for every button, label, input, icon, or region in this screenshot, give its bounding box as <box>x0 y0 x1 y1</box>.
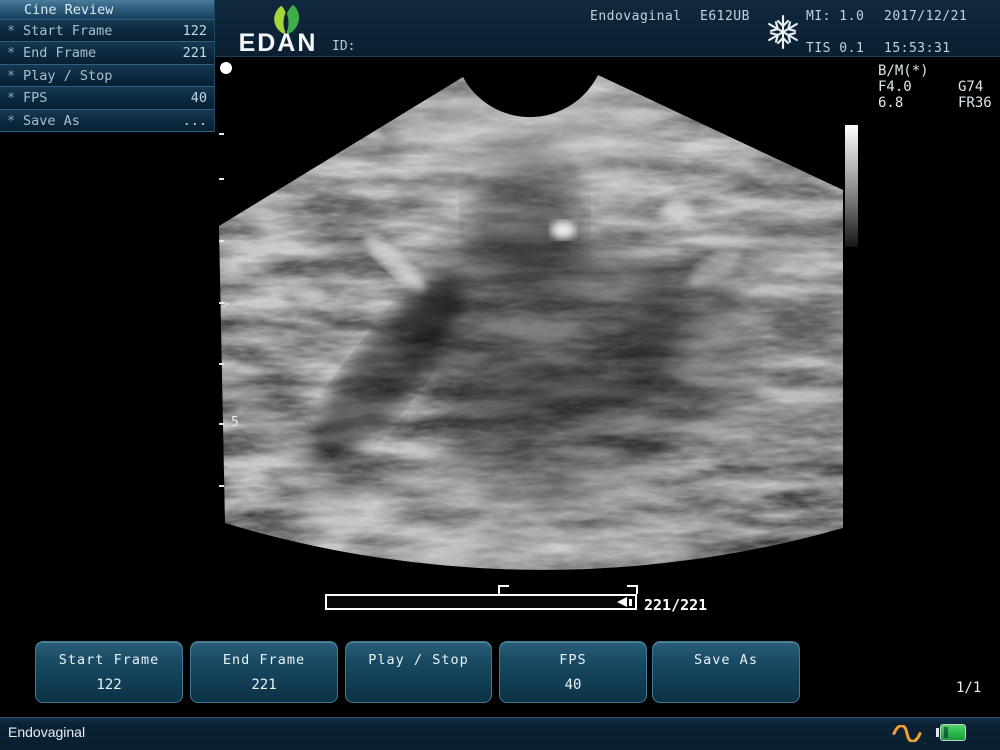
button-label: End Frame <box>191 652 337 668</box>
snowflake-icon <box>765 13 801 51</box>
save-as-button[interactable]: Save As <box>652 641 800 703</box>
frequency-value: F4.0 <box>878 79 912 95</box>
time-display: 15:53:31 <box>884 41 951 56</box>
gain-value: G74 <box>958 79 983 95</box>
menu-bullet: * <box>7 110 15 132</box>
ruler-tick <box>219 423 224 425</box>
start-frame-button[interactable]: Start Frame 122 <box>35 641 183 703</box>
status-bar: Endovaginal <box>0 717 1000 750</box>
softkey-page-indicator: 1/1 <box>956 680 981 696</box>
mode-label: B/M(*) <box>878 63 929 79</box>
menu-item-label: End Frame <box>23 42 96 64</box>
menu-item-fps[interactable]: * FPS 40 <box>0 87 214 109</box>
brand-name: EDAN <box>236 29 320 58</box>
button-label: FPS <box>500 652 646 668</box>
menu-bullet: * <box>7 42 15 64</box>
button-label: Save As <box>653 652 799 668</box>
date-display: 2017/12/21 <box>884 9 967 24</box>
menu-item-label: FPS <box>23 87 47 109</box>
patient-id-label: ID: <box>332 39 355 54</box>
end-frame-button[interactable]: End Frame 221 <box>190 641 338 703</box>
button-value: 221 <box>191 677 337 693</box>
depth-value: 6.8 <box>878 95 903 111</box>
ruler-tick <box>219 133 224 135</box>
ac-wave-icon <box>892 725 922 742</box>
button-value: 122 <box>36 677 182 693</box>
button-label: Start Frame <box>36 652 182 668</box>
menu-item-end-frame[interactable]: * End Frame 221 <box>0 42 214 64</box>
button-value: 40 <box>500 677 646 693</box>
play-stop-button[interactable]: Play / Stop <box>345 641 492 703</box>
menu-bullet: * <box>7 20 15 42</box>
cine-position-arrow-icon[interactable] <box>617 597 627 607</box>
fps-button[interactable]: FPS 40 <box>499 641 647 703</box>
depth-scale-label: 5 <box>231 415 239 430</box>
button-label: Play / Stop <box>346 652 491 668</box>
tis-value: TIS 0.1 <box>806 41 864 56</box>
probe-orientation-dot <box>220 62 232 74</box>
grayscale-reference-bar <box>845 125 858 247</box>
menu-item-save-as[interactable]: * Save As ... <box>0 110 214 132</box>
menu-item-label: Play / Stop <box>23 65 112 87</box>
ruler-tick <box>219 485 224 487</box>
menu-title: Cine Review <box>0 0 214 20</box>
ruler-tick <box>219 240 224 242</box>
active-probe-label: Endovaginal <box>8 724 85 740</box>
menu-item-value: 40 <box>191 87 207 109</box>
ruler-tick <box>219 363 224 365</box>
cine-review-menu: Cine Review * Start Frame 122 * End Fram… <box>0 0 215 132</box>
menu-item-value: 221 <box>183 42 207 64</box>
imaging-parameters: B/M(*) F4.0 G74 6.8 FR36 <box>878 63 996 111</box>
menu-bullet: * <box>7 65 15 87</box>
ruler-tick <box>219 178 224 180</box>
cine-position-pin <box>629 599 632 606</box>
cine-end-frame-marker <box>627 585 638 594</box>
frame-counter: 221/221 <box>644 596 707 614</box>
mi-value: MI: 1.0 <box>806 9 864 24</box>
exam-type-label: Endovaginal <box>590 9 682 24</box>
menu-item-play-stop[interactable]: * Play / Stop <box>0 65 214 87</box>
probe-model-label: E612UB <box>700 9 750 24</box>
focus-position-marker[interactable]: > <box>222 297 229 311</box>
menu-item-label: Start Frame <box>23 20 112 42</box>
ultrasound-image <box>215 58 855 610</box>
menu-item-value: 122 <box>183 20 207 42</box>
cine-start-frame-marker <box>498 585 509 594</box>
frame-rate-value: FR36 <box>958 95 992 111</box>
menu-item-value: ... <box>183 110 207 132</box>
ultrasound-system-screen: EDAN ID: Endovaginal E612UB <box>0 0 1000 750</box>
cine-progress-bar[interactable] <box>325 594 637 610</box>
menu-bullet: * <box>7 87 15 109</box>
menu-item-label: Save As <box>23 110 80 132</box>
menu-item-start-frame[interactable]: * Start Frame 122 <box>0 20 214 42</box>
battery-icon <box>936 724 966 741</box>
